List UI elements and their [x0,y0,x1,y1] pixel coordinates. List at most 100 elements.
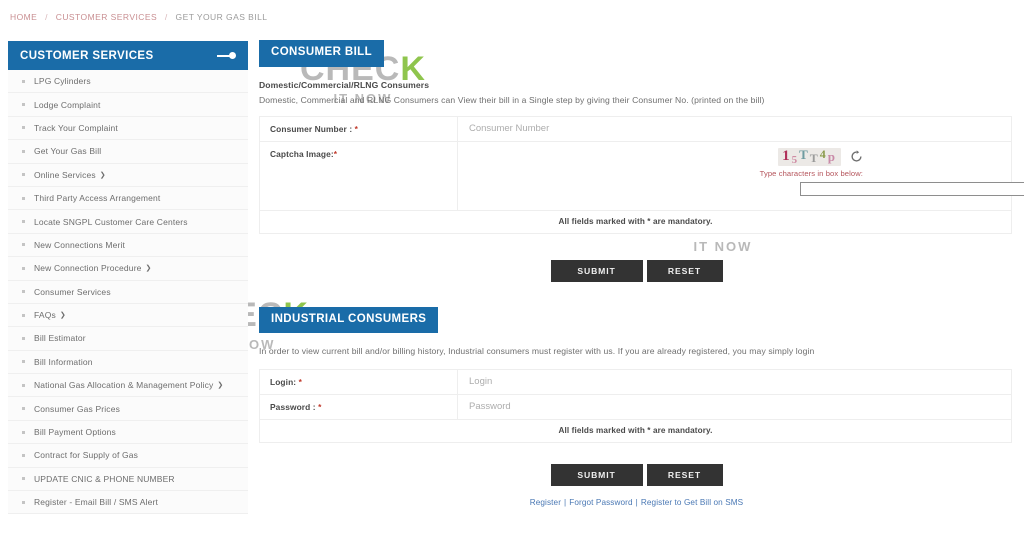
table-row: Login: * [259,369,1012,395]
sidebar-item-contract-for-supply-of-gas[interactable]: Contract for Supply of Gas [8,444,248,468]
sidebar-item-consumer-services[interactable]: Consumer Services [8,280,248,304]
link-register-to-get-bill-on-sms[interactable]: Register to Get Bill on SMS [641,498,743,507]
captcha-char: 4 [819,146,826,161]
bullet-icon [22,79,25,83]
industrial-reset-button[interactable]: RESET [646,464,723,486]
sidebar-item-label: Track Your Complaint [34,122,118,133]
bullet-icon [22,196,25,200]
bullet-icon [22,430,25,434]
sidebar-item-bill-payment-options[interactable]: Bill Payment Options [8,420,248,445]
sidebar-item-label: New Connections Merit [34,239,126,250]
sidebar-item-label: LPG Cylinders [34,76,91,87]
bullet-icon [22,149,25,153]
sidebar-item-label: New Connection Procedure [34,263,142,274]
captcha-label: Captcha Image:* [259,140,458,211]
sidebar-item-label: Bill Information [34,356,93,367]
consumer-bill-mandatory-note: All fields marked with * are mandatory. [259,209,1012,234]
password-cell [457,394,1012,420]
login-input[interactable] [458,370,1011,393]
sidebar-list: LPG Cylinders Lodge Complaint Track Your C… [8,70,248,515]
password-input[interactable] [458,395,1011,418]
sidebar-item-label: UPDATE CNIC & PHONE NUMBER [34,473,175,484]
consumer-bill-reset-button[interactable]: RESET [646,259,723,282]
sidebar-item-new-connections-merit[interactable]: New Connections Merit [8,233,248,258]
sidebar-item-label: Online Services [34,169,96,180]
captcha-cell: 15TT4p Type characters in box below: [457,140,1024,211]
sidebar-item-label: Consumer Gas Prices [34,403,120,414]
industrial-consumers-badge: INDUSTRIAL CONSUMERS [259,306,439,333]
sidebar-item-locate-sngpl-customer-care-centers[interactable]: Locate SNGPL Customer Care Centers [8,210,248,234]
sidebar-item-label: Get Your Gas Bill [34,146,102,157]
sidebar-title: CUSTOMER SERVICES [20,49,154,62]
table-row: Captcha Image:* 15TT4p Type characters i… [259,140,1024,211]
sidebar-item-online-services[interactable]: Online Services ❯ [8,163,248,187]
chevron-right-icon: ❯ [145,265,152,273]
captcha-hint: Type characters in box below: [759,168,863,178]
sidebar-item-label: Third Party Access Arrangement [34,193,161,204]
sidebar-item-new-connection-procedure[interactable]: New Connection Procedure ❯ [8,257,248,281]
sidebar-item-lodge-complaint[interactable]: Lodge Complaint [8,93,248,117]
bullet-icon [22,360,25,364]
table-row: Consumer Number : * [259,115,1012,142]
bullet-icon [22,407,25,411]
industrial-links: Register | Forgot Password | Register to Get… [259,498,1014,507]
captcha-char: 5 [791,153,798,166]
consumer-bill-description: Domestic, Commercial and RLNG Consumers … [259,94,765,105]
link-forgot-password[interactable]: Forgot Password [569,498,632,507]
consumer-number-input[interactable] [458,116,1011,140]
sidebar-item-third-party-access-arrangement[interactable]: Third Party Access Arrangement [8,186,248,211]
sidebar-item-faqs[interactable]: FAQs ❯ [8,303,248,328]
breadcrumb-item-home[interactable]: HOME [10,12,37,22]
consumer-bill-submit-button[interactable]: SUBMIT [550,259,643,282]
main-content: CONSUMER BILL Domestic/Commercial/RLNG C… [259,40,1024,507]
sidebar-item-label: Bill Estimator [34,333,86,344]
captcha-char: 1 [782,147,790,164]
industrial-mandatory-note: All fields marked with * are mandatory. [259,419,1012,443]
captcha-input[interactable] [800,181,1024,196]
sidebar-item-track-your-complaint[interactable]: Track Your Complaint [8,116,248,141]
industrial-button-row: SUBMIT RESET [259,464,1014,486]
sidebar-item-lpg-cylinders[interactable]: LPG Cylinders [8,70,248,94]
breadcrumb-item-customer-services[interactable]: CUSTOMER SERVICES [56,12,157,22]
bullet-icon [22,220,25,224]
bullet-icon [22,383,25,387]
sidebar-header: CUSTOMER SERVICES [8,41,248,70]
bullet-icon [22,313,25,317]
bullet-icon [22,477,25,481]
bullet-icon [22,243,25,247]
captcha-row: 15TT4p [778,146,863,166]
sidebar-item-label: FAQs [34,310,56,321]
captcha-image: 15TT4p [778,146,841,166]
sidebar-item-update-cnic-phone-number[interactable]: UPDATE CNIC & PHONE NUMBER [8,467,248,492]
sidebar-item-label: National Gas Allocation & Management Pol… [34,380,214,391]
sidebar-item-bill-estimator[interactable]: Bill Estimator [8,327,248,351]
captcha-char: T [809,150,818,165]
link-register[interactable]: Register [530,498,561,507]
toggle-switch-icon[interactable] [217,52,236,59]
sidebar-item-consumer-gas-prices[interactable]: Consumer Gas Prices [8,397,248,421]
sidebar-item-get-your-gas-bill[interactable]: Get Your Gas Bill [8,140,248,164]
bullet-icon [22,453,25,457]
sidebar-item-register-email-bill-sms-alert[interactable]: Register - Email Bill / SMS Alert [8,491,248,515]
consumer-bill-badge: CONSUMER BILL [259,40,385,67]
breadcrumb-item-current: GET YOUR GAS BILL [175,12,268,22]
refresh-icon[interactable] [850,150,863,163]
bullet-icon [22,126,25,130]
industrial-submit-button[interactable]: SUBMIT [550,464,643,486]
sidebar-item-bill-information[interactable]: Bill Information [8,350,248,375]
sidebar-item-label: Bill Payment Options [34,427,116,438]
bullet-icon [22,290,25,294]
link-separator: | [635,498,638,507]
table-row: All fields marked with * are mandatory. [259,209,1012,234]
consumer-bill-form: Consumer Number : * Captcha Image:* 15TT… [259,115,1024,234]
industrial-login-form: Login: * Password : * All fields marked … [259,369,1012,443]
sidebar-item-label: Consumer Services [34,286,111,297]
consumer-bill-button-row: SUBMIT RESET [259,259,1014,282]
breadcrumb: HOME / CUSTOMER SERVICES / GET YOUR GAS … [10,12,267,22]
sidebar-item-national-gas-allocation-management-policy[interactable]: National Gas Allocation & Management Pol… [8,374,248,398]
chevron-right-icon: ❯ [217,382,224,390]
captcha-char: T [799,146,808,162]
chevron-right-icon: ❯ [99,171,106,179]
bullet-icon [22,500,25,504]
breadcrumb-separator: / [164,12,168,22]
